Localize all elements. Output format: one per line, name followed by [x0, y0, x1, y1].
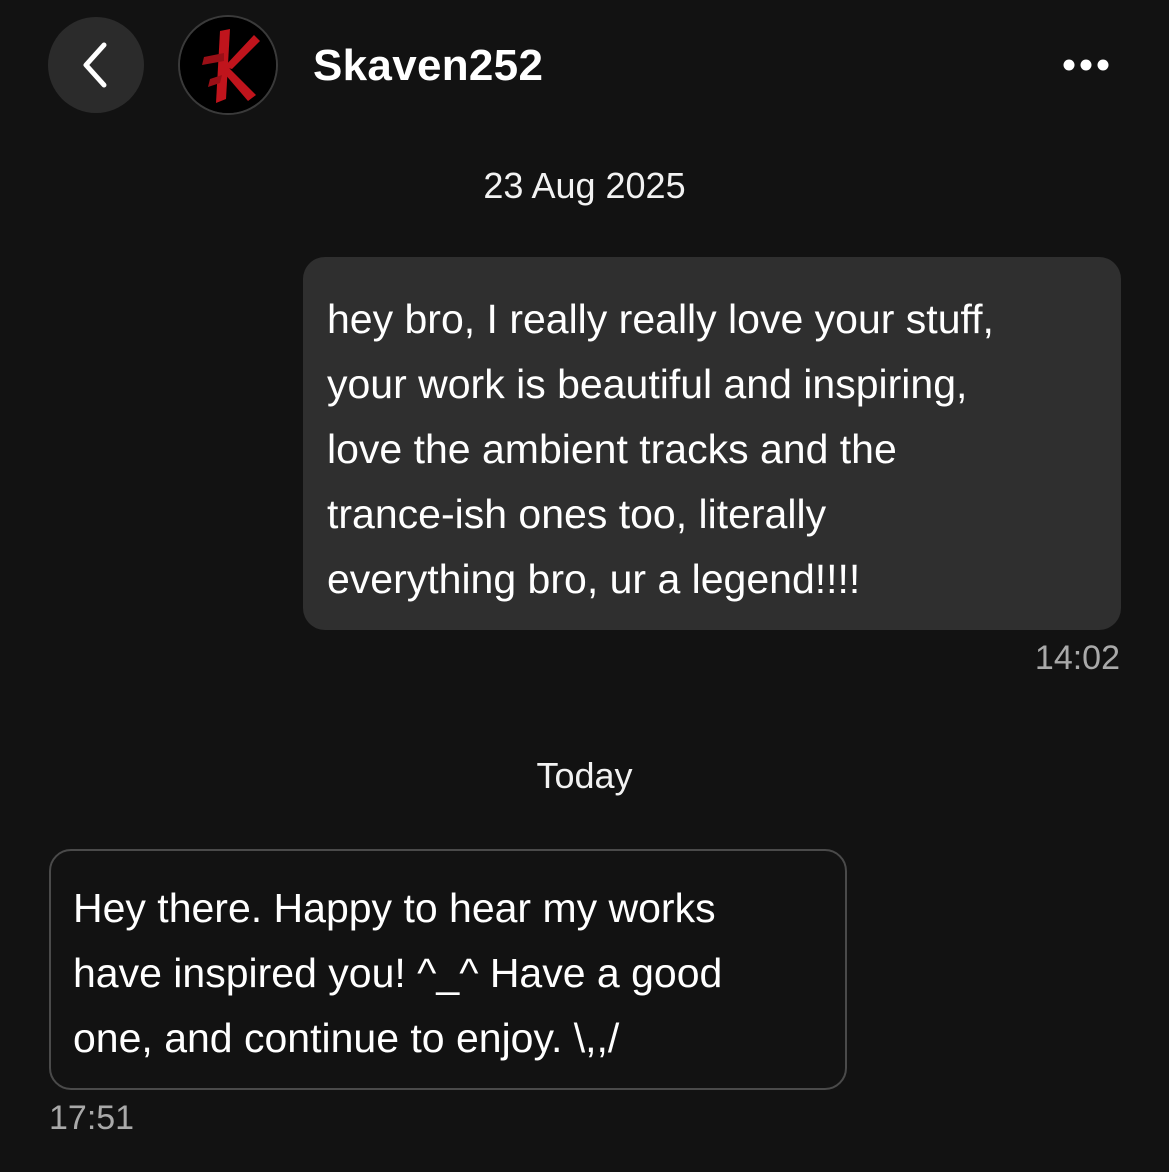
sent-message-bubble[interactable]: hey bro, I really really love your stuff…: [303, 257, 1121, 630]
contact-username[interactable]: Skaven252: [313, 40, 543, 92]
chevron-left-icon: [83, 42, 107, 88]
more-options-button[interactable]: [1055, 45, 1117, 85]
date-separator: Today: [536, 755, 633, 796]
message-text: Hey there. Happy to hear my works have i…: [73, 885, 723, 1061]
received-message-bubble[interactable]: Hey there. Happy to hear my works have i…: [49, 849, 847, 1090]
message-text: hey bro, I really really love your stuff…: [327, 296, 994, 602]
avatar[interactable]: [180, 17, 276, 113]
chat-header: Skaven252: [0, 0, 1169, 130]
back-button[interactable]: [48, 17, 144, 113]
message-timestamp: 14:02: [1034, 639, 1120, 677]
date-separator: 23 Aug 2025: [483, 165, 686, 206]
red-k-logo-icon: [180, 17, 276, 113]
more-horizontal-icon: [1063, 59, 1109, 71]
message-timestamp: 17:51: [49, 1099, 135, 1137]
